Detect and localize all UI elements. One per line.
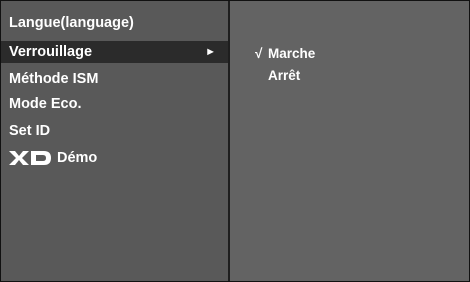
menu-item-label: Set ID bbox=[9, 123, 51, 139]
menu-item-label: Langue(language) bbox=[9, 15, 134, 31]
menu-item-lock[interactable]: Verrouillage ► bbox=[1, 41, 228, 63]
check-icon: √ bbox=[255, 46, 263, 61]
menu-item-ism-method[interactable]: Méthode ISM bbox=[1, 68, 228, 90]
option-label: Marche bbox=[268, 46, 316, 61]
menu-item-label: Verrouillage bbox=[9, 44, 93, 60]
submenu-panel: √ Marche Arrêt bbox=[230, 1, 469, 281]
option-label: Arrêt bbox=[268, 68, 301, 83]
menu-item-label: Méthode ISM bbox=[9, 71, 99, 87]
menu-item-eco-mode[interactable]: Mode Eco. bbox=[1, 93, 228, 115]
menu-item-label: Mode Eco. bbox=[9, 96, 82, 112]
menu-item-set-id[interactable]: Set ID bbox=[1, 120, 228, 142]
main-menu-panel: Langue(language) Verrouillage ► Méthode … bbox=[1, 1, 228, 281]
submenu-arrow-icon: ► bbox=[205, 46, 216, 58]
menu-item-language[interactable]: Langue(language) bbox=[1, 12, 228, 34]
menu-item-label: Démo bbox=[57, 150, 98, 166]
osd-menu: Langue(language) Verrouillage ► Méthode … bbox=[0, 0, 470, 282]
option-off[interactable]: Arrêt bbox=[255, 67, 300, 85]
option-on[interactable]: √ Marche bbox=[255, 45, 315, 63]
xd-logo-icon bbox=[9, 151, 51, 166]
menu-item-xd-demo[interactable]: Démo bbox=[1, 147, 228, 169]
